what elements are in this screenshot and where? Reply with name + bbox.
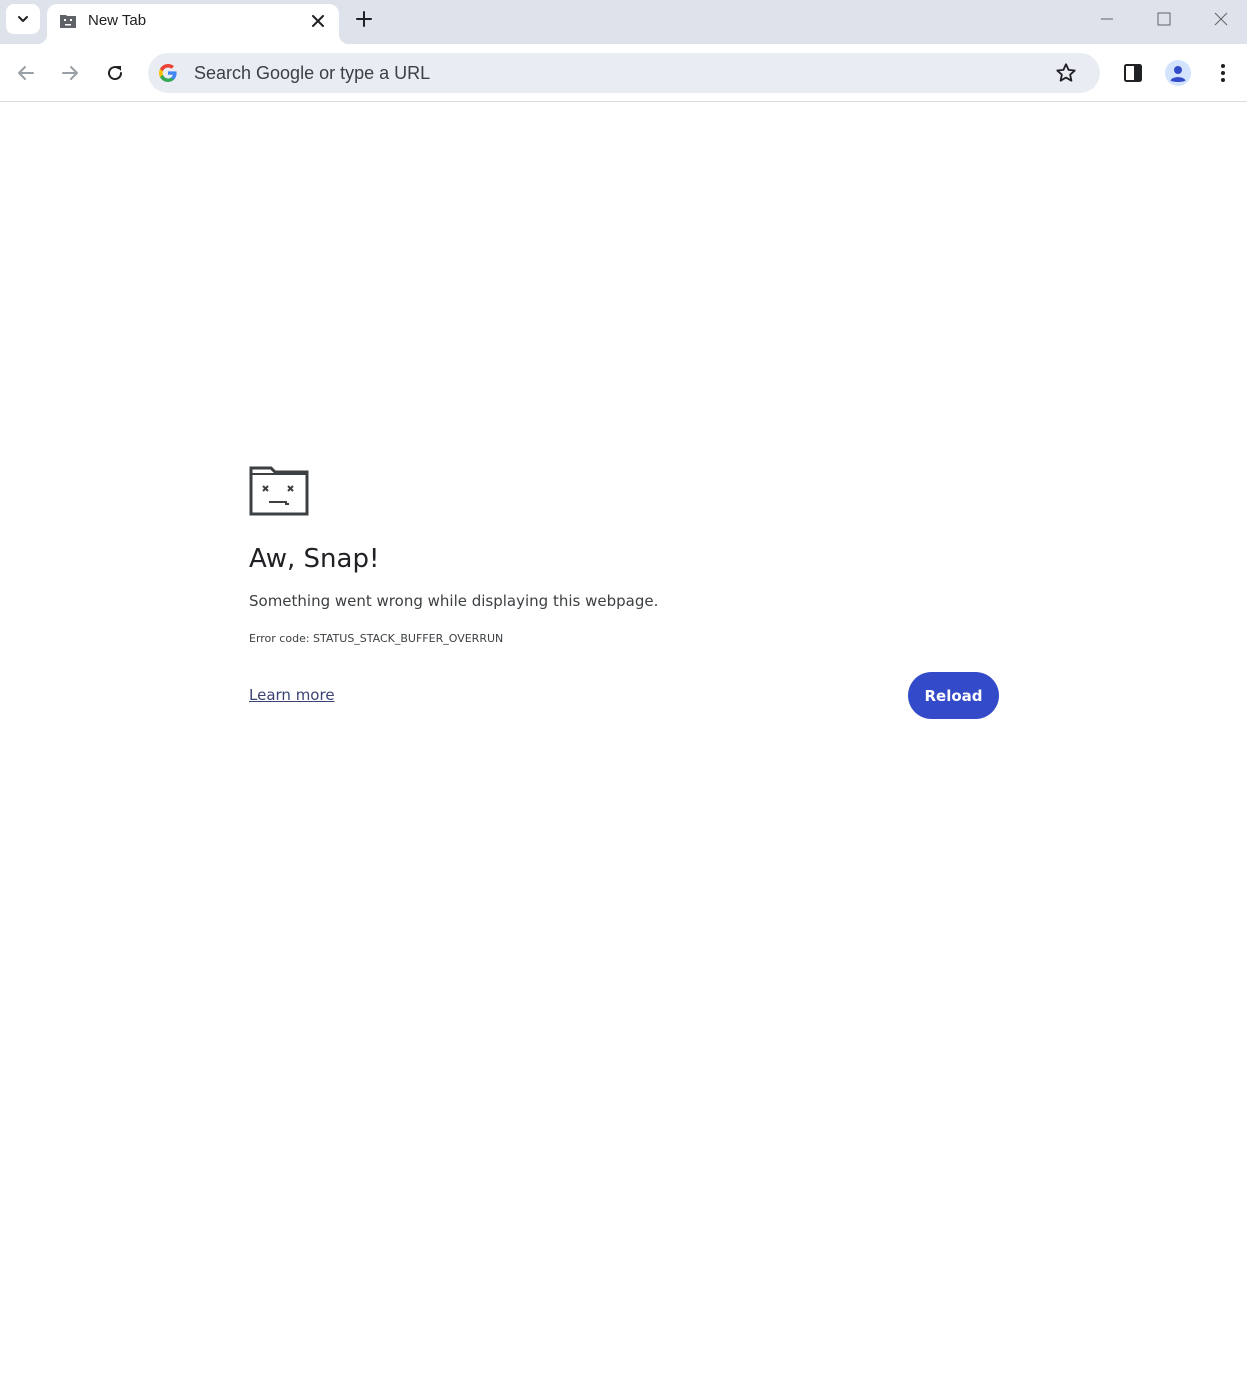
reload-toolbar-button[interactable] [98, 56, 132, 90]
window-close-button[interactable] [1192, 0, 1247, 38]
omnibox-input[interactable] [194, 53, 1034, 93]
star-icon [1056, 63, 1076, 82]
kebab-menu-icon [1221, 64, 1225, 82]
plus-icon [356, 11, 372, 27]
tab-close-button[interactable] [307, 10, 329, 32]
sad-folder-icon [249, 466, 309, 516]
sad-tab-icon [60, 15, 76, 28]
tab-title: New Tab [88, 12, 147, 29]
maximize-icon [1157, 12, 1170, 26]
avatar-icon [1165, 60, 1191, 86]
error-code: Error code: STATUS_STACK_BUFFER_OVERRUN [249, 632, 504, 645]
profile-button[interactable] [1161, 56, 1195, 90]
reload-button[interactable]: Reload [908, 672, 999, 719]
close-icon [1214, 12, 1227, 26]
side-panel-button[interactable] [1116, 56, 1150, 90]
forward-button[interactable] [53, 56, 87, 90]
error-message: Something went wrong while displaying th… [249, 592, 659, 610]
bookmark-star-button[interactable] [1054, 61, 1078, 85]
google-g-icon [159, 64, 177, 82]
close-icon [312, 15, 324, 27]
tab-new-tab[interactable]: New Tab [37, 4, 349, 44]
toolbar [0, 44, 1247, 102]
window-maximize-button[interactable] [1135, 0, 1192, 38]
tab-search-button[interactable] [6, 4, 40, 34]
window-minimize-button[interactable] [1078, 0, 1135, 38]
new-tab-button[interactable] [350, 5, 378, 33]
learn-more-link[interactable]: Learn more [249, 686, 335, 704]
menu-button[interactable] [1206, 56, 1240, 90]
minimize-icon [1100, 18, 1113, 20]
back-button[interactable] [9, 56, 43, 90]
tab-strip: New Tab [0, 0, 1247, 44]
reload-icon [108, 66, 123, 81]
omnibox[interactable] [148, 53, 1100, 93]
arrow-left-icon [18, 66, 34, 80]
side-panel-icon [1124, 64, 1142, 82]
chevron-down-icon [18, 16, 28, 22]
error-heading: Aw, Snap! [249, 544, 380, 574]
arrow-right-icon [62, 66, 78, 80]
